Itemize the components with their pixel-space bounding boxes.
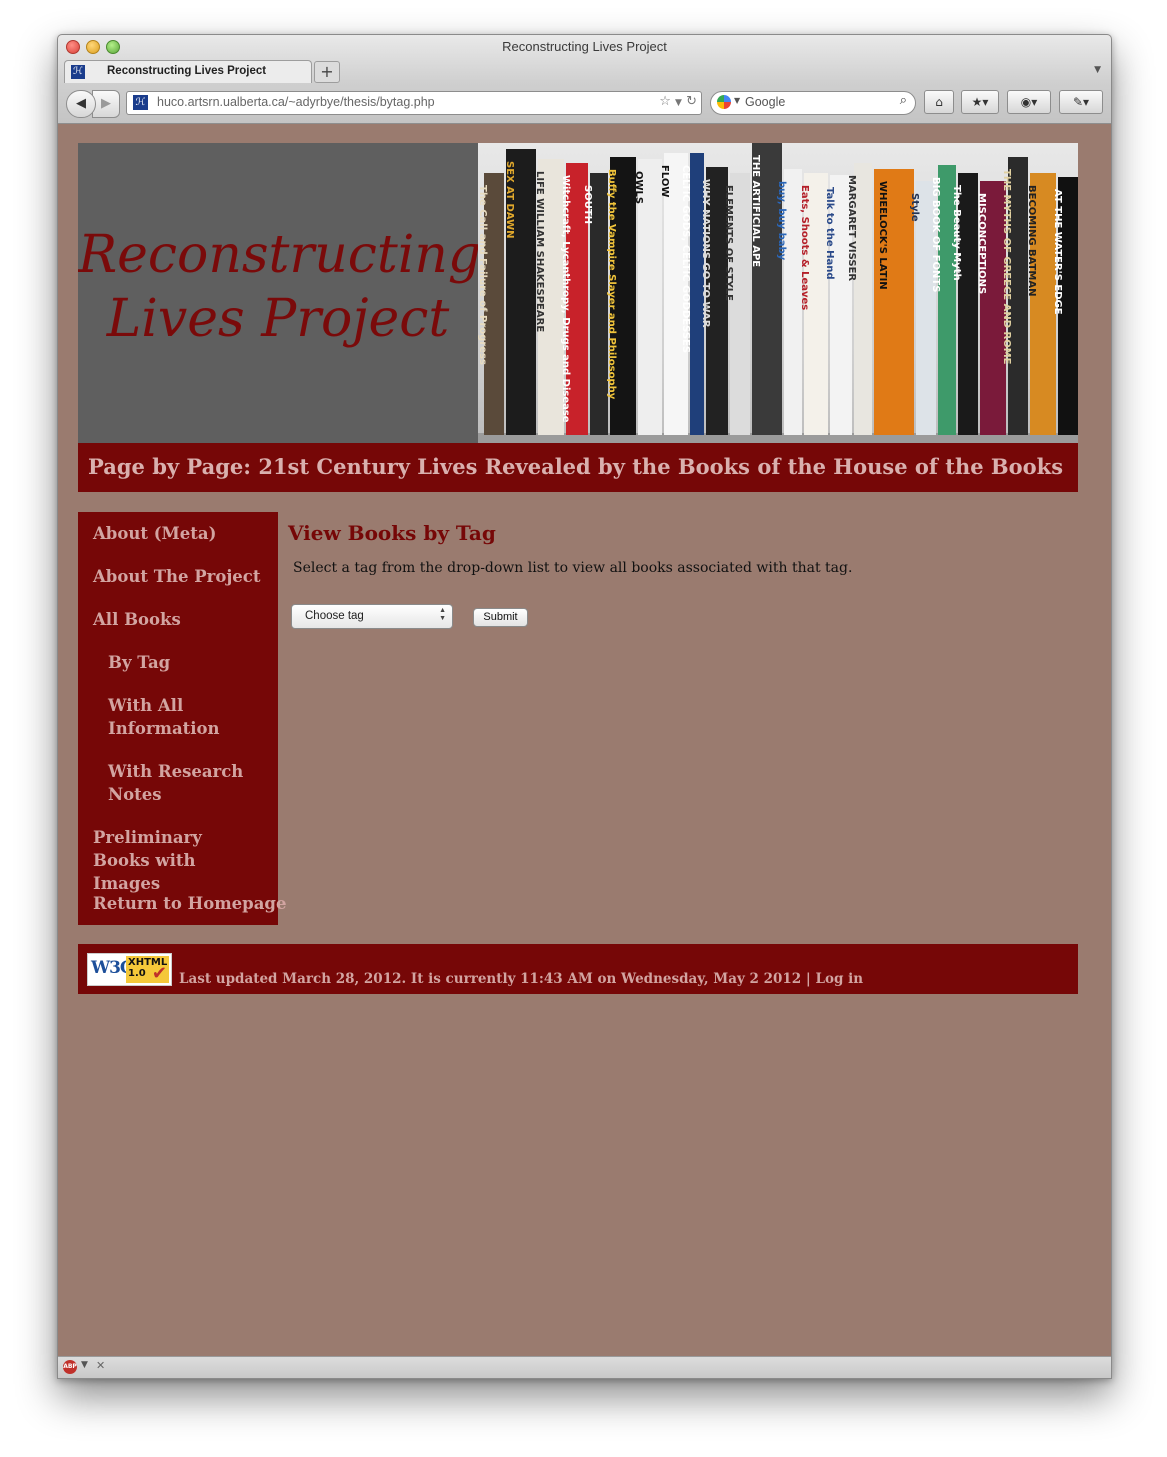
bookmark-star-icon[interactable]: ☆ [659,94,671,109]
nav-about-project[interactable]: About The Project [93,565,260,588]
book-title: PARASITE REX [1076,203,1078,283]
book-spine: OWLS [633,159,662,435]
nav-return-home[interactable]: Return to Homepage [93,892,286,915]
history-dropdown-icon[interactable]: ▼ [675,98,682,108]
search-box[interactable]: ▼ Google ⌕ [710,91,916,115]
book-spine: WHEELOCK'S LATIN [874,169,914,435]
login-link[interactable]: Log in [815,971,863,987]
google-engine-icon[interactable] [717,95,731,109]
book-title: WHEELOCK'S LATIN [877,181,888,290]
book-title: Style [909,193,920,222]
tools-menu-button[interactable]: ✎▾ [1059,90,1103,114]
nav-all-books[interactable]: All Books [93,608,181,631]
back-button[interactable]: ◀ [66,90,96,118]
book-spine: THE MYTHS OF GREECE AND ROME [1001,157,1028,435]
book-title: THE ARTIFICIAL APE [750,155,761,268]
search-input[interactable]: Google [745,95,785,109]
book-title: Witchcraft, Lycanthropy, Drugs and Disea… [560,175,571,423]
page-title: View Books by Tag [288,521,496,545]
address-bar[interactable]: ℋ huco.artsrn.ualberta.ca/~adyrbye/thesi… [126,91,702,115]
subtitle-bar: Page by Page: 21st Century Lives Reveale… [78,443,1078,492]
engine-dropdown-icon[interactable]: ▼ [734,96,740,105]
book-title: AT THE WATER'S EDGE [1052,189,1063,315]
book-title: Talk to the Hand [824,187,835,280]
nav-with-all-information[interactable]: With All Information [108,694,228,740]
last-updated-text: Last updated March 28, 2012. It is curre… [179,971,811,987]
site-identity-icon[interactable]: ℋ [133,95,148,110]
header-banner: Reconstructing Lives Project The Call an… [78,143,1078,443]
select-arrows-icon: ▲ ▼ [439,607,446,622]
browser-titlebar: Reconstructing Lives Project ℋ Reconstru… [58,35,1111,124]
search-icon[interactable]: ⌕ [900,93,907,108]
tag-select-value: Choose tag [305,610,364,622]
nav-preliminary-books[interactable]: Preliminary Books with Images [93,826,263,895]
bookmarks-menu-button[interactable]: ★▾ [961,90,999,114]
extension-menu-button[interactable]: ◉▾ [1007,90,1051,114]
book-title: WHY NATIONS GO TO WAR [700,179,711,328]
book-spine: The Call and Failure of Progress [477,173,504,435]
book-title: BIG BOOK OF FONTS [930,177,941,293]
book-title: BECOMING BATMAN [1026,185,1037,297]
book-title: Buffy the Vampire Slayer and Philosophy [606,169,617,400]
submit-button[interactable]: Submit [473,608,528,627]
bookshelf-photo: The Call and Failure of Progress SEX AT D… [477,143,1078,443]
book-title: ELEMENTS OF STYLE [723,185,734,301]
nav-with-research-notes[interactable]: With Research Notes [108,760,248,806]
book-title: buy, buy baby [776,181,787,261]
footer: W3C XHTML 1.0 ✔ Last updated March 28, 2… [78,944,1078,994]
site-favicon-icon: ℋ [71,65,85,79]
new-tab-button[interactable]: + [314,61,340,83]
address-text[interactable]: huco.artsrn.ualberta.ca/~adyrbye/thesis/… [157,95,435,109]
nav-about-meta[interactable]: About (Meta) [93,522,216,545]
sidebar-nav: About (Meta) About The Project All Books… [78,512,286,925]
tab-label: Reconstructing Lives Project [107,65,267,77]
close-addon-bar-icon[interactable]: ✕ [96,1359,105,1372]
tab-list-menu-icon[interactable]: ▼ [1094,65,1101,75]
book-title: SOUTH [582,185,593,225]
book-spine: SEX AT DAWN [504,149,536,435]
browser-tab[interactable]: ℋ Reconstructing Lives Project [64,60,312,83]
nav-by-tag[interactable]: By Tag [108,651,170,674]
site-subtitle: Page by Page: 21st Century Lives Reveale… [88,454,1064,479]
book-title: THE MYTHS OF GREECE AND ROME [1001,169,1012,365]
book-title: The Call and Failure of Progress [477,185,488,365]
book-title: The Beauty Myth [951,185,962,281]
book-title: MARGARET VISSER [846,175,857,282]
book-title: SEX AT DAWN [504,161,515,239]
book-title: CELTIC GODS, CELTIC GODDESSES [680,165,691,354]
book-title: OWLS [633,171,644,205]
intro-text: Select a tag from the drop-down list to … [293,560,853,576]
book-spine: ELEMENTS OF STYLE [723,173,750,435]
home-button[interactable]: ⌂ [924,90,954,114]
book-title: MISCONCEPTIONS [976,193,987,295]
reload-icon[interactable]: ↻ [686,94,697,109]
book-title: FLOW [659,165,670,198]
tag-select[interactable]: Choose tag ▲ ▼ [291,604,453,629]
book-title: LIFE WILLIAM SHAKESPEARE [534,171,545,333]
adblock-menu-icon[interactable]: ▼ [81,1360,88,1370]
w3c-xhtml-badge[interactable]: W3C XHTML 1.0 ✔ [87,953,172,986]
browser-window: Reconstructing Lives Project ℋ Reconstru… [57,34,1112,1379]
status-bar: ABP ▼ ✕ [58,1356,1111,1378]
adblock-icon[interactable]: ABP [63,1360,77,1374]
book-spine: The Beauty Myth [951,173,978,435]
window-title: Reconstructing Lives Project [502,39,667,54]
book-spine: MARGARET VISSER [846,163,872,435]
book-spine: AT THE WATER'S EDGE [1052,177,1078,435]
site-title: Reconstructing Lives Project [78,225,482,349]
navigation-toolbar: ◀ ▶ ℋ huco.artsrn.ualberta.ca/~adyrbye/t… [58,83,1111,123]
forward-button[interactable]: ▶ [92,90,120,118]
checkmark-icon: ✔ [151,963,167,984]
book-title: Eats, Shoots & Leaves [799,185,810,311]
